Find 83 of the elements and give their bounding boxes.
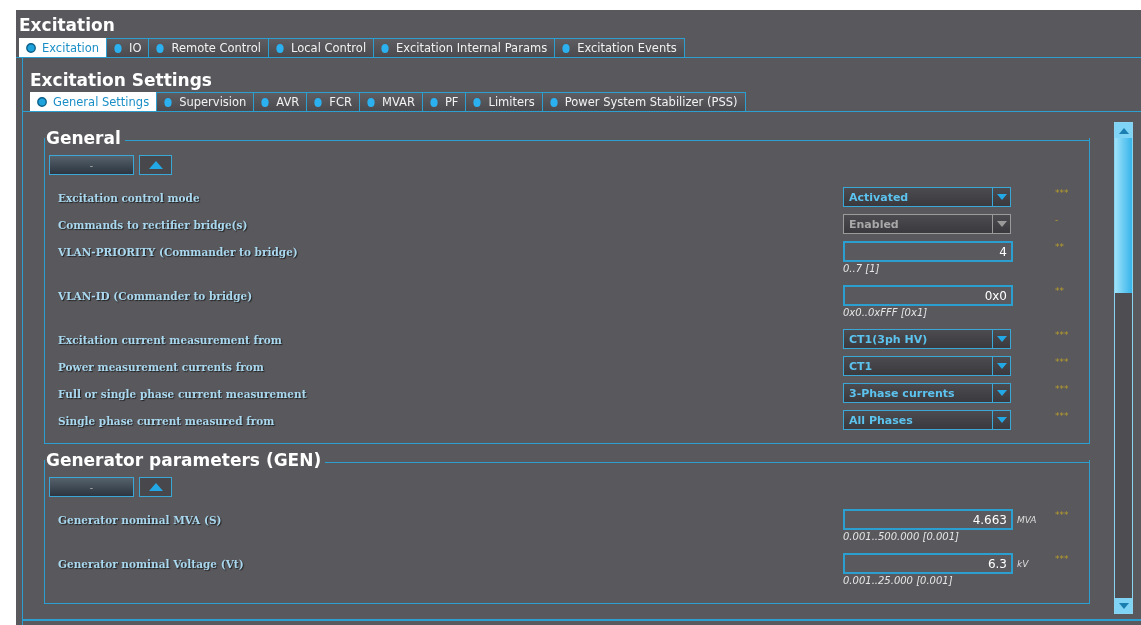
drop-icon [313,96,324,108]
tab[interactable]: Excitation [19,38,107,57]
field-label: VLAN-ID (Commander to bridge) [57,289,254,302]
collapse-up-button[interactable] [139,155,172,175]
triangle-up-icon [148,483,163,491]
access-level: *** [1055,553,1070,564]
ring-icon [37,96,47,108]
collapse-button[interactable]: - [49,477,134,497]
caret-icon [996,194,1007,200]
tab[interactable]: Excitation Events [554,38,685,57]
drop-icon [163,96,174,108]
tab[interactable]: Local Control [268,38,375,57]
drop-icon [428,96,439,108]
scroll-down-icon[interactable] [1115,598,1132,613]
access-level: *** [1055,329,1070,340]
field-label: Single phase current measured from [57,414,276,427]
range-hint: 0.001..25.000 [0.001] [843,574,954,586]
tab[interactable]: Supervision [156,92,255,111]
tab[interactable]: FCR [306,92,360,111]
access-level: *** [1055,509,1070,520]
field-label: Excitation control mode [57,191,201,204]
drop-icon [561,42,572,54]
access-level: ** [1055,241,1065,252]
tab[interactable]: IO [106,38,150,57]
unit-label: kV [1017,558,1029,569]
access-level: *** [1055,356,1070,367]
tab[interactable]: PF [421,92,467,111]
number-field[interactable]: 4.663 [843,509,1013,530]
field-label: Power measurement currents from [57,360,265,373]
section-title: Generator parameters (GEN) [45,450,322,470]
drop-icon [380,42,391,54]
field-label: Commands to rectifier bridge(s) [57,218,249,231]
range-hint: 0x0..0xFFF [0x1] [843,306,929,318]
field-label: Generator nominal Voltage (Vt) [57,557,245,570]
number-field[interactable]: 0x0 [843,285,1013,306]
tab[interactable]: Limiters [465,92,543,111]
range-hint: 0.001..500.000 [0.001] [843,530,960,542]
drop-icon [472,96,483,108]
section-title: General [45,128,121,148]
unit-label: MVA [1017,514,1037,525]
drop-icon [260,96,271,108]
caret-icon [996,363,1007,369]
number-field[interactable]: 6.3 [843,553,1013,574]
drop-icon [548,96,559,108]
tab[interactable]: Power System Stabilizer (PSS) [541,92,746,111]
scroll-thumb[interactable] [1115,138,1132,293]
dropdown[interactable]: CT1(3ph HV) [843,329,1011,349]
collapse-button[interactable]: - [49,155,134,175]
tab[interactable]: Remote Control [148,38,270,57]
tab[interactable]: General Settings [30,92,158,111]
triangle-up-icon [148,161,163,169]
tab[interactable]: MVAR [359,92,423,111]
window-title: Excitation [18,14,116,37]
drop-icon [155,42,166,54]
dropdown[interactable]: All Phases [843,410,1011,430]
collapse-up-button[interactable] [139,477,172,497]
dropdown[interactable]: 3-Phase currents [843,383,1011,403]
tab[interactable]: AVR [253,92,308,111]
ring-icon [26,42,36,54]
access-level: *** [1055,383,1070,394]
scrollbar[interactable] [1114,122,1133,614]
caret-icon [996,221,1007,227]
caret-icon [996,417,1007,423]
drop-icon [113,42,123,54]
field-label: Full or single phase current measurement [57,387,308,400]
panel-title: Excitation Settings [29,69,213,92]
field-label: Excitation current measurement from [57,333,283,346]
drop-icon [366,96,376,108]
drop-icon [275,42,286,54]
access-level: ** [1055,285,1065,296]
access-level: *** [1055,410,1070,421]
tab[interactable]: Excitation Internal Params [373,38,556,57]
number-field[interactable]: 4 [843,241,1013,262]
dropdown[interactable]: CT1 [843,356,1011,376]
caret-icon [996,390,1007,396]
field-label: VLAN-PRIORITY (Commander to bridge) [57,245,299,258]
range-hint: 0..7 [1] [843,262,881,274]
caret-icon [996,336,1007,342]
access-level: *** [1055,187,1070,198]
scroll-up-icon[interactable] [1115,123,1132,138]
dropdown[interactable]: Activated [843,187,1011,207]
field-label: Generator nominal MVA (S) [57,513,223,526]
access-level: - [1055,214,1060,225]
